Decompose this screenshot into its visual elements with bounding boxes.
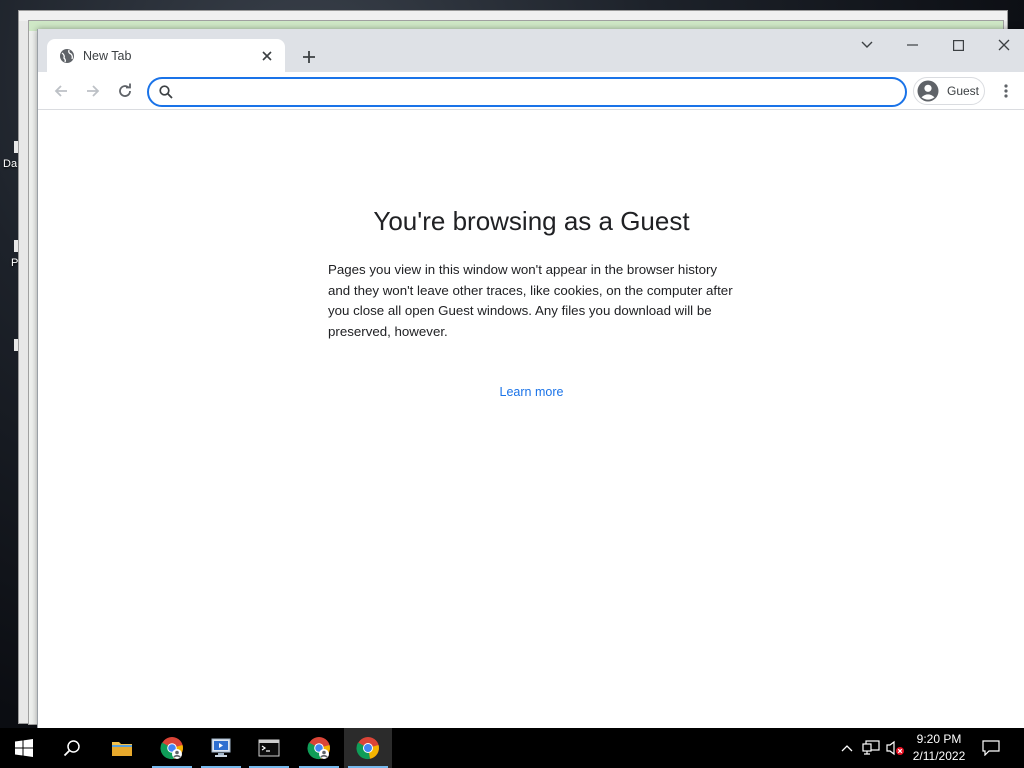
desktop-icon-label[interactable]: Da	[3, 158, 17, 170]
reload-icon	[119, 83, 131, 97]
page-content: You're browsing as a Guest Pages you vie…	[38, 110, 1024, 728]
notifications-button[interactable]	[981, 738, 1001, 758]
show-hidden-icons-button[interactable]	[837, 738, 857, 758]
menu-button[interactable]	[996, 79, 1016, 103]
chrome-button[interactable]	[344, 728, 392, 768]
plus-icon	[303, 51, 315, 63]
chrome-profile-icon	[307, 737, 330, 760]
folder-icon	[112, 742, 132, 756]
chrome-profile-icon	[160, 737, 183, 760]
chevron-up-icon	[841, 745, 853, 752]
forward-button[interactable]	[80, 78, 106, 104]
desktop: Da P New Tab Guest You're browsing as a …	[0, 0, 1024, 728]
new-tab-button[interactable]	[297, 45, 321, 69]
chrome-icon	[356, 737, 379, 760]
profile-button[interactable]: Guest	[913, 77, 985, 105]
close-tab-icon[interactable]	[259, 48, 275, 64]
remote-desktop-icon	[211, 738, 231, 757]
taskbar: 9:20 PM 2/11/2022	[0, 728, 1024, 768]
maximize-button[interactable]	[944, 35, 972, 55]
file-explorer-button[interactable]	[98, 728, 146, 768]
more-vert-icon	[1004, 84, 1008, 98]
remote-desktop-button[interactable]	[197, 728, 245, 768]
toolbar: Guest	[38, 72, 1024, 110]
search-icon	[63, 740, 80, 757]
minimize-button[interactable]	[898, 35, 926, 55]
windows-start-icon	[15, 739, 33, 757]
search-button[interactable]	[48, 728, 96, 768]
notification-icon	[982, 740, 1000, 756]
clock-date: 2/11/2022	[912, 749, 966, 763]
tab-strip: New Tab	[38, 29, 1024, 73]
browser-window: New Tab Guest You're browsing as a Guest…	[37, 29, 1024, 728]
chrome-profile-button[interactable]	[148, 728, 196, 768]
tab-new-tab[interactable]: New Tab	[47, 39, 285, 73]
network-button[interactable]	[861, 738, 881, 758]
tab-title: New Tab	[83, 49, 132, 63]
arrow-right-icon	[87, 85, 100, 97]
volume-button[interactable]	[885, 738, 905, 758]
clock-time: 9:20 PM	[916, 732, 962, 746]
clock[interactable]: 9:20 PM 2/11/2022	[904, 731, 974, 765]
address-bar[interactable]	[147, 77, 907, 107]
learn-more-link[interactable]: Learn more	[38, 385, 1024, 399]
search-icon	[158, 84, 174, 100]
page-title: You're browsing as a Guest	[373, 206, 690, 236]
globe-icon	[59, 48, 75, 64]
minimize-icon	[906, 44, 918, 46]
chevron-down-icon	[861, 41, 873, 48]
start-button[interactable]	[0, 728, 48, 768]
terminal-icon	[258, 739, 280, 757]
close-icon	[998, 39, 1010, 51]
account-circle-icon	[917, 80, 939, 102]
close-window-button[interactable]	[990, 35, 1018, 55]
terminal-button[interactable]	[245, 728, 293, 768]
volume-muted-icon	[886, 740, 904, 756]
reload-button[interactable]	[112, 78, 138, 104]
tab-search-button[interactable]	[853, 35, 881, 55]
back-button[interactable]	[48, 78, 74, 104]
arrow-left-icon	[54, 85, 67, 97]
network-icon	[862, 740, 880, 755]
profile-label: Guest	[947, 84, 980, 98]
guest-description: Pages you view in this window won't appe…	[328, 262, 733, 339]
maximize-icon	[952, 39, 964, 51]
address-input[interactable]	[182, 83, 905, 101]
chrome-profile-button[interactable]	[295, 728, 343, 768]
